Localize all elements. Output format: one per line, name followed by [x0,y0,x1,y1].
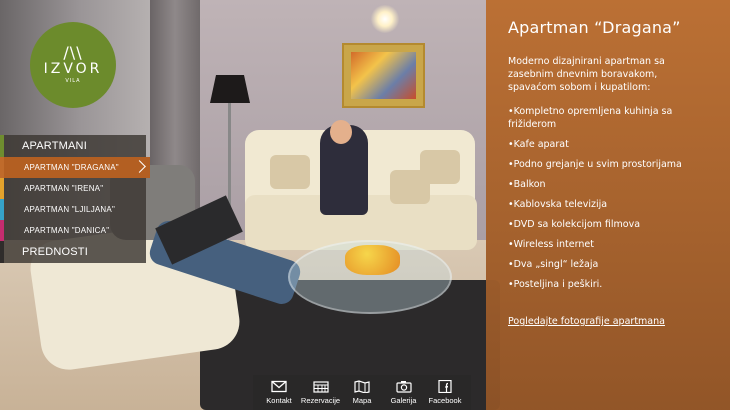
pillow [390,170,430,204]
nav-label: Kontakt [266,396,292,405]
nav-galerija[interactable]: Galerija [384,380,424,405]
envelope-icon [271,380,287,393]
nav-label: Facebook [428,396,462,405]
fruit-bowl [345,245,400,275]
menu-item-label: APARTMAN "DRAGANA" [24,163,119,172]
photos-link[interactable]: Pogledajte fotografije apartmana [508,316,708,327]
apartment-info-panel: Apartman “Dragana” Moderno dizajnirani a… [486,0,730,410]
menu-item-label: APARTMAN "IRENA" [24,184,104,193]
nav-rezervacije[interactable]: Rezervacije [301,380,341,405]
menu-item-prednosti[interactable]: PREDNOSTI [0,241,146,263]
list-item: •Kablovska televizija [508,199,608,210]
menu-item-label: APARTMAN "LJILJANA" [24,205,115,214]
feature-list: •Kompletno opremljena kuhinja sa frižide… [508,105,708,291]
chevron-right-icon [133,160,146,173]
menu-item-ljiljana[interactable]: APARTMAN "LJILJANA" [0,199,146,220]
logo-mark: /\\ [63,43,83,62]
nav-label: Rezervacije [300,396,341,405]
camera-icon [395,381,412,393]
list-item: •Dva „singl“ ležaja [508,259,599,270]
nav-kontakt[interactable]: Kontakt [259,380,299,405]
woman-head [330,120,352,144]
logo-name: IZVOR [43,61,103,77]
menu-item-dragana[interactable]: APARTMAN "DRAGANA" [0,157,150,178]
facebook-icon [438,380,452,393]
menu-item-apartmani[interactable]: APARTMANI [0,135,146,157]
nav-label: Galerija [390,396,417,405]
nav-label: Mapa [352,396,372,405]
nav-facebook[interactable]: Facebook [425,380,465,405]
intro-text: Moderno dizajnirani apartman sa zasebnim… [508,56,665,93]
logo[interactable]: /\\ IZVOR VILA [30,22,116,108]
menu-item-danica[interactable]: APARTMAN "DANICA" [0,220,146,241]
list-item: •Kafe aparat [508,139,569,150]
list-item: •Posteljina i peškiri. [508,279,603,290]
list-item: •Podno grejanje u svim prostorijama [508,159,682,170]
ceiling-light [370,5,400,33]
list-item: •Wireless internet [508,239,594,250]
map-icon [354,380,370,393]
list-item: •Kompletno opremljena kuhinja sa frižide… [508,106,673,130]
menu-item-label: PREDNOSTI [22,246,88,258]
logo-sub: VILA [65,78,81,84]
side-menu: APARTMANI APARTMAN "DRAGANA" APARTMAN "I… [0,135,150,263]
calendar-icon [312,381,329,393]
list-item: •Balkon [508,179,546,190]
wall-painting [342,43,425,108]
menu-item-label: APARTMAN "DANICA" [24,226,110,235]
bottom-nav: Kontakt Rezervacije Mapa Galerija Facebo… [253,375,471,410]
list-item: •DVD sa kolekcijom filmova [508,219,641,230]
pillow [270,155,310,189]
nav-mapa[interactable]: Mapa [342,380,382,405]
menu-item-irena[interactable]: APARTMAN "IRENA" [0,178,146,199]
floor-lamp [210,75,250,103]
page-title: Apartman “Dragana” [508,18,681,37]
menu-item-label: APARTMANI [22,140,87,152]
